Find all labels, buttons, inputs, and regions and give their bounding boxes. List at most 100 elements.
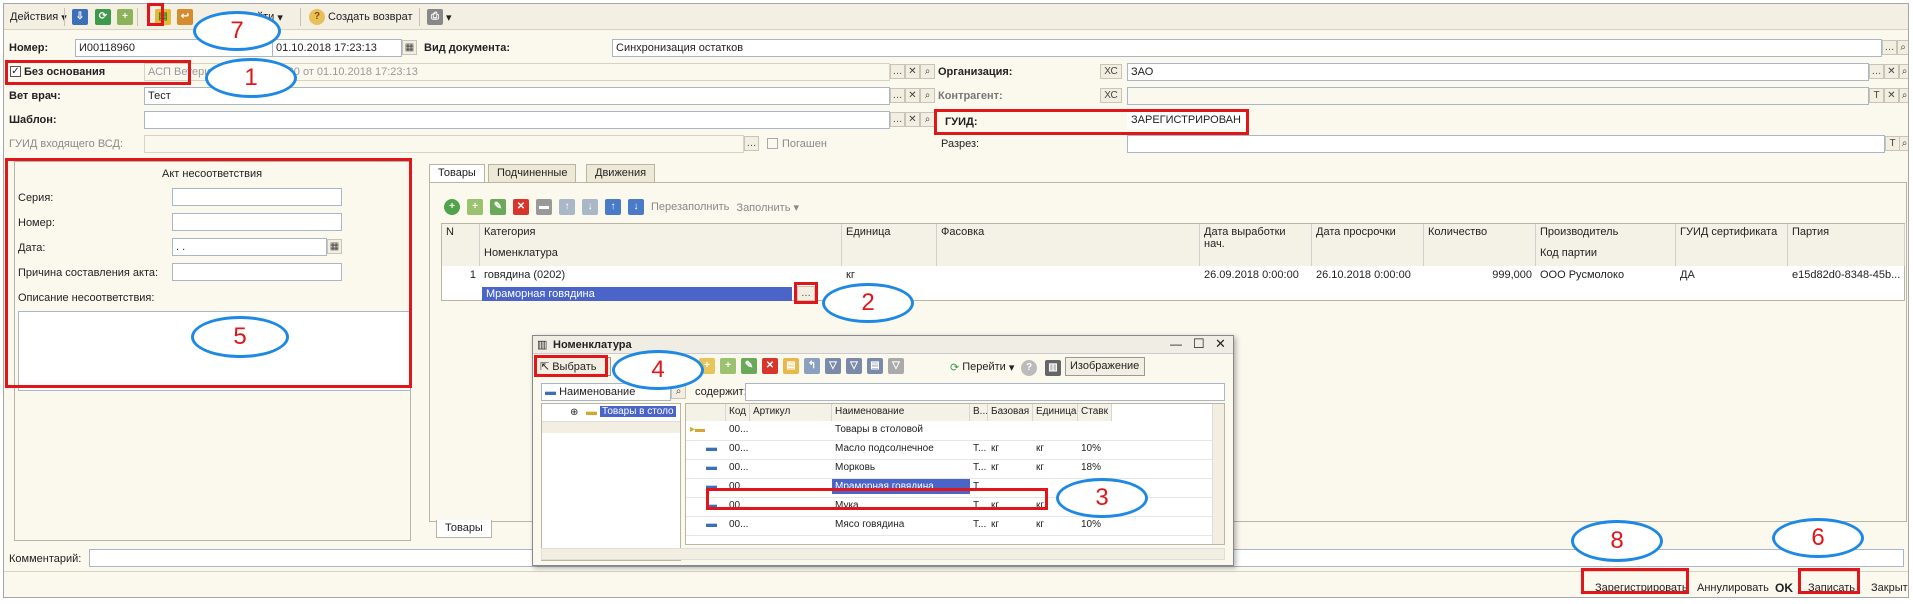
print-menu[interactable]: ⎙ ▾ [424, 7, 455, 27]
date-input[interactable]: 01.10.2018 17:23:13 [272, 39, 402, 57]
fill-menu[interactable]: Заполнить ▾ [736, 201, 799, 214]
cell-article[interactable] [750, 441, 832, 445]
search-icon[interactable]: ⌕ [1897, 40, 1908, 55]
list-item[interactable]: ▬ 00... Масло подсолнечное Т... кг кг 10% [686, 441, 1212, 460]
cell-unit[interactable]: кг [842, 268, 937, 282]
cell-rate[interactable]: 18% [1078, 460, 1112, 475]
col-expiry-date[interactable]: Дата просрочки [1312, 224, 1424, 266]
cell-name[interactable]: Масло подсолнечное [832, 441, 970, 456]
clear-icon[interactable]: ✕ [905, 64, 920, 79]
col-code[interactable]: Код [726, 404, 750, 421]
counterparty-input[interactable] [1127, 87, 1869, 105]
help-icon[interactable]: ? [1021, 360, 1037, 376]
clear-icon[interactable]: ✕ [905, 112, 920, 127]
end-edit-icon[interactable]: ▬ [536, 199, 552, 215]
cell-v[interactable]: Т... [970, 460, 988, 475]
select-button[interactable]: … [744, 136, 759, 151]
expand-icon[interactable]: ⊕ [570, 407, 578, 418]
cell-unit[interactable] [1033, 422, 1078, 426]
cell-code[interactable]: 00... [726, 517, 750, 532]
calendar-icon[interactable]: ▦ [402, 40, 417, 55]
close-icon[interactable]: ✕ [1215, 336, 1226, 352]
search-icon[interactable]: ⌕ [1899, 64, 1908, 79]
cell-v[interactable]: Т... [970, 517, 988, 532]
maximize-icon[interactable]: ☐ [1193, 336, 1205, 352]
cell-name[interactable]: Товары в столовой [832, 422, 970, 437]
image-button[interactable]: Изображение [1065, 357, 1145, 376]
cell-name[interactable]: Морковь [832, 460, 970, 475]
col-name[interactable]: Наименование [832, 404, 970, 421]
filter-list-icon[interactable]: ▤ [867, 358, 883, 374]
edit-icon[interactable]: ✎ [490, 199, 506, 215]
minimize-icon[interactable]: — [1170, 337, 1182, 351]
cell-prod-date[interactable]: 26.09.2018 0:00:00 [1200, 268, 1312, 282]
col-unit[interactable]: Единица [842, 224, 937, 266]
cell-article[interactable] [750, 460, 832, 464]
copy-row-icon[interactable]: + [467, 199, 483, 215]
select-button[interactable]: … [890, 112, 905, 127]
list-item[interactable]: ▬ 00... Морковь Т... кг кг 18% [686, 460, 1212, 479]
filter-icon[interactable]: ▽ [825, 358, 841, 374]
contains-input[interactable] [745, 383, 1225, 401]
bottom-tab-goods[interactable]: Товары [436, 520, 492, 538]
cell-code[interactable]: 00... [726, 441, 750, 456]
cell-category[interactable]: говядина (0202) [480, 268, 842, 282]
col-packing[interactable]: Фасовка [937, 224, 1200, 266]
template-input[interactable] [144, 111, 890, 129]
cell-unit[interactable]: кг [1033, 441, 1078, 456]
tree-hscrollbar[interactable] [542, 421, 680, 433]
back-button[interactable]: ↩ [174, 7, 196, 27]
cell-batch-code[interactable] [1536, 287, 1676, 289]
col-batch-code[interactable]: Код партии [1536, 245, 1676, 266]
cell-cert-guid[interactable]: ДА [1676, 268, 1788, 282]
cell-article[interactable] [750, 422, 832, 426]
cell-base[interactable]: кг [988, 460, 1033, 475]
select-button[interactable]: … [890, 88, 905, 103]
cell-v[interactable]: Т... [970, 441, 988, 456]
col-batch[interactable]: Партия [1788, 224, 1905, 266]
cell-unit[interactable]: кг [1033, 460, 1078, 475]
col-rate[interactable]: Ставк [1078, 404, 1112, 421]
post-button[interactable]: ⇩ [69, 7, 91, 27]
close-button[interactable]: Закрыть [1871, 582, 1908, 594]
col-article[interactable]: Артикул [750, 404, 832, 421]
ok-button[interactable]: OK [1775, 581, 1793, 595]
cell-nomenclature[interactable]: Мраморная говядина [482, 287, 792, 301]
annul-button[interactable]: Аннулировать [1697, 582, 1769, 594]
col-producer[interactable]: Производитель [1536, 224, 1676, 245]
actions-menu[interactable]: Действия▾ [7, 7, 70, 27]
move-down-icon[interactable]: ↓ [582, 199, 598, 215]
cell-base[interactable]: кг [988, 517, 1033, 532]
cell-unit[interactable]: кг [1033, 517, 1078, 532]
col-quantity[interactable]: Количество [1424, 224, 1536, 266]
org-input[interactable]: ЗАО [1127, 63, 1869, 81]
cell-rate[interactable]: 10% [1078, 441, 1112, 456]
cell-base[interactable] [988, 422, 1033, 426]
refresh-button[interactable]: ⟳ [92, 7, 114, 27]
col-n[interactable]: N [442, 224, 480, 266]
cell-article[interactable] [750, 517, 832, 521]
col-unit[interactable]: Единица [1033, 404, 1078, 421]
cell-base[interactable] [988, 479, 1033, 483]
col-cert-guid[interactable]: ГУИД сертификата [1676, 224, 1788, 266]
col-prod-date[interactable]: Дата выработки нач. [1200, 224, 1312, 266]
cell-article[interactable] [750, 479, 832, 483]
clear-icon[interactable]: ✕ [1884, 64, 1899, 79]
list-folder-row[interactable]: ▸▬ 00... Товары в столовой [686, 422, 1212, 441]
section-input[interactable] [1127, 135, 1885, 153]
filter-value-icon[interactable]: ▽ [846, 358, 862, 374]
search-icon[interactable]: ⌕ [1899, 136, 1908, 151]
select-button[interactable]: … [1882, 40, 1897, 55]
type-icon[interactable]: T [1869, 88, 1884, 103]
refill-button[interactable]: Перезаполнить [651, 201, 729, 213]
cell-base[interactable]: кг [988, 441, 1033, 456]
move-up-icon[interactable]: ↑ [559, 199, 575, 215]
col-category[interactable]: Категория [480, 224, 842, 245]
cell-expiry-date[interactable]: 26.10.2018 0:00:00 [1312, 268, 1424, 282]
cell-code[interactable]: 00... [726, 422, 750, 437]
search-icon[interactable]: ⌕ [920, 112, 935, 127]
tab-movements[interactable]: Движения [586, 164, 656, 182]
goto-menu[interactable]: ⟳ Перейти ▾ [947, 357, 1017, 377]
cell-packing[interactable] [937, 268, 1200, 270]
dialog-hscrollbar[interactable] [541, 548, 1225, 560]
